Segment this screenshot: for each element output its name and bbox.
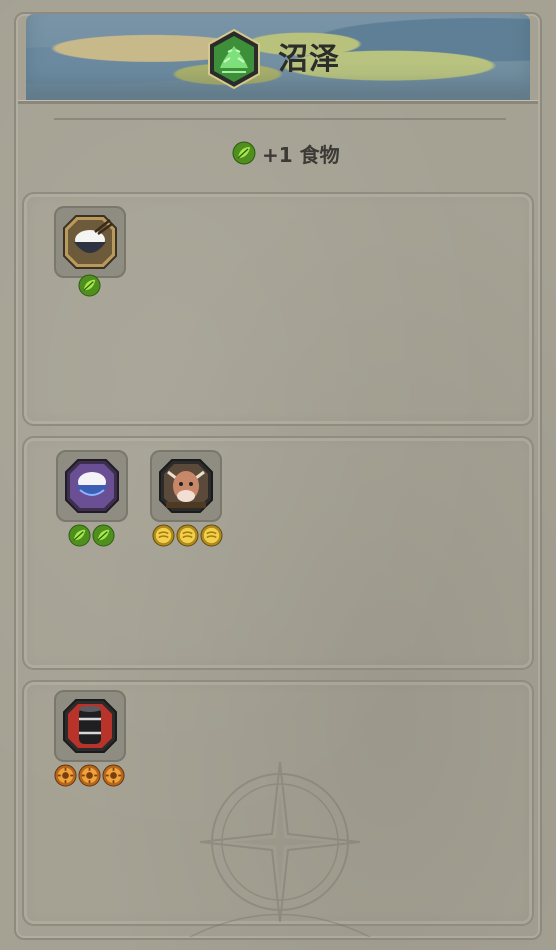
oil-barrel-icon — [63, 699, 117, 753]
improvement-slot-purple-rice-bowl[interactable] — [56, 450, 128, 522]
cost-row-3 — [54, 764, 125, 787]
cost-row-2b — [152, 524, 223, 547]
orange-gear-coin-icon — [78, 764, 101, 787]
title-divider — [54, 118, 506, 120]
terrain-yield: +1 食物 — [232, 138, 340, 168]
orange-gear-coin-icon — [54, 764, 77, 787]
compass-rose-decoration — [189, 761, 371, 938]
rice-bowl-icon — [63, 215, 117, 269]
orange-gear-coin-icon — [102, 764, 125, 787]
cost-row-2a — [68, 524, 115, 547]
improvement-slot-cow[interactable] — [150, 450, 222, 522]
purple-rice-bowl-icon — [65, 459, 119, 513]
food-leaf-icon — [78, 274, 101, 297]
terrain-title: 沼泽 — [278, 42, 340, 77]
header-divider — [18, 100, 538, 104]
food-leaf-icon — [68, 524, 91, 547]
improvement-slot-rice-bowl[interactable] — [54, 206, 126, 278]
food-leaf-icon — [92, 524, 115, 547]
food-leaf-icon — [232, 141, 256, 165]
improvement-slot-oil-barrel[interactable] — [54, 690, 126, 762]
gold-coin-icon — [152, 524, 175, 547]
cow-icon — [159, 459, 213, 513]
gold-coin-icon — [176, 524, 199, 547]
terrain-info-panel: 沼泽 +1 食物 — [0, 0, 556, 950]
yield-text: +1 食物 — [262, 142, 340, 167]
cost-row-1 — [78, 274, 101, 297]
swamp-terrain-icon — [208, 28, 260, 90]
gold-coin-icon — [200, 524, 223, 547]
